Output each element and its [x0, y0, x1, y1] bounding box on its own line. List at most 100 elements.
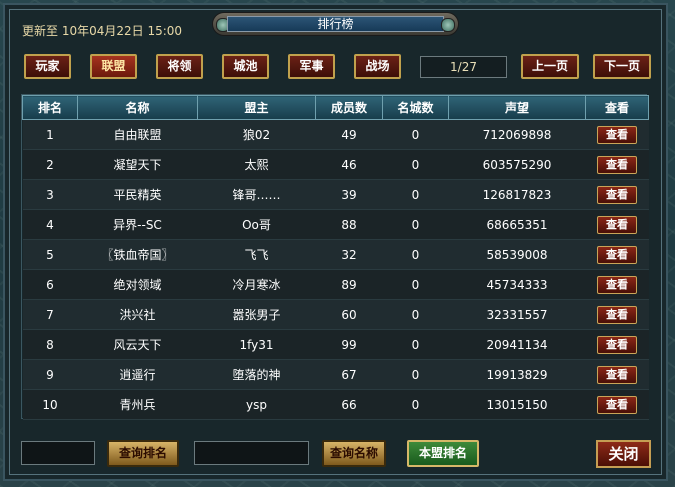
cities-cell: 0	[382, 119, 449, 150]
rank-cell: 4	[22, 209, 78, 240]
prestige-cell: 20941134	[448, 329, 586, 360]
prestige-cell: 603575290	[448, 149, 586, 180]
prev-page-button[interactable]: 上一页	[521, 54, 579, 79]
cities-cell: 0	[382, 269, 449, 300]
my-alliance-rank-button[interactable]: 本盟排名	[407, 440, 479, 467]
leader-cell: Oo哥	[197, 209, 316, 240]
alliance-name-cell: 异界--SC	[77, 209, 198, 240]
column-header-members: 成员数	[315, 95, 383, 120]
table-row: 2 凝望天下 太熙 46 0 603575290 查看	[22, 149, 649, 180]
view-button[interactable]: 查看	[597, 275, 637, 294]
leader-cell: 嚣张男子	[197, 299, 316, 330]
members-cell: 46	[315, 149, 383, 180]
rank-cell: 7	[22, 299, 78, 330]
table-row: 1 自由联盟 狼02 49 0 712069898 查看	[22, 119, 649, 150]
prestige-cell: 68665351	[448, 209, 586, 240]
cities-cell: 0	[382, 329, 449, 360]
column-header-leader: 盟主	[197, 95, 316, 120]
alliance-name-cell: 逍遥行	[77, 359, 198, 390]
column-header-cities: 名城数	[382, 95, 449, 120]
name-search-input[interactable]	[194, 441, 309, 465]
rank-search-input[interactable]	[21, 441, 95, 465]
view-button[interactable]: 查看	[597, 155, 637, 174]
alliance-name-cell: 青州兵	[77, 389, 198, 420]
rank-cell: 1	[22, 119, 78, 150]
cities-cell: 0	[382, 239, 449, 270]
tab-cities[interactable]: 城池	[222, 54, 269, 79]
rank-cell: 8	[22, 329, 78, 360]
prestige-cell: 126817823	[448, 179, 586, 210]
members-cell: 67	[315, 359, 383, 390]
prestige-cell: 32331557	[448, 299, 586, 330]
view-button[interactable]: 查看	[597, 305, 637, 324]
query-name-label: 查询名称	[329, 446, 378, 460]
prestige-cell: 13015150	[448, 389, 586, 420]
view-button[interactable]: 查看	[597, 335, 637, 354]
leader-cell: 锋哥……	[197, 179, 316, 210]
query-rank-button[interactable]: 查询排名	[107, 440, 179, 467]
title-bar: 排行榜	[213, 13, 458, 35]
cities-cell: 0	[382, 149, 449, 180]
column-header-view: 查看	[585, 95, 649, 120]
members-cell: 39	[315, 179, 383, 210]
page-indicator: 1/27	[420, 56, 507, 78]
view-button[interactable]: 查看	[597, 215, 637, 234]
cities-cell: 0	[382, 209, 449, 240]
view-button[interactable]: 查看	[597, 395, 637, 414]
view-button[interactable]: 查看	[597, 245, 637, 264]
members-cell: 60	[315, 299, 383, 330]
prestige-cell: 58539008	[448, 239, 586, 270]
members-cell: 88	[315, 209, 383, 240]
table-row: 10 青州兵 ysp 66 0 13015150 查看	[22, 389, 649, 420]
table-header-row: 排名 名称 盟主 成员数 名城数 声望 查看	[22, 95, 649, 120]
table-row: 9 逍遥行 堕落的神 67 0 19913829 查看	[22, 359, 649, 390]
rank-cell: 9	[22, 359, 78, 390]
close-button[interactable]: 关闭	[596, 440, 651, 468]
rank-cell: 2	[22, 149, 78, 180]
leader-cell: 太熙	[197, 149, 316, 180]
title-ornament-right-icon	[441, 18, 455, 32]
column-header-name: 名称	[77, 95, 198, 120]
table-row: 8 风云天下 1fy31 99 0 20941134 查看	[22, 329, 649, 360]
update-time-text: 更新至 10年04月22日 15:00	[22, 24, 183, 38]
tab-military[interactable]: 军事	[288, 54, 335, 79]
table-row: 4 异界--SC Oo哥 88 0 68665351 查看	[22, 209, 649, 240]
cities-cell: 0	[382, 179, 449, 210]
tab-generals[interactable]: 将领	[156, 54, 203, 79]
rank-cell: 5	[22, 239, 78, 270]
leader-cell: ysp	[197, 389, 316, 420]
leader-cell: 飞飞	[197, 239, 316, 270]
column-header-rank: 排名	[22, 95, 78, 120]
cities-cell: 0	[382, 359, 449, 390]
view-button[interactable]: 查看	[597, 185, 637, 204]
column-header-prestige: 声望	[448, 95, 586, 120]
rank-cell: 6	[22, 269, 78, 300]
table-row: 6 绝对领域 冷月寒冰 89 0 45734333 查看	[22, 269, 649, 300]
leader-cell: 狼02	[197, 119, 316, 150]
alliance-name-cell: 平民精英	[77, 179, 198, 210]
leader-cell: 冷月寒冰	[197, 269, 316, 300]
next-page-button[interactable]: 下一页	[593, 54, 651, 79]
tab-alliance[interactable]: 联盟	[90, 54, 137, 79]
members-cell: 32	[315, 239, 383, 270]
table-row: 7 洪兴社 嚣张男子 60 0 32331557 查看	[22, 299, 649, 330]
rank-cell: 3	[22, 179, 78, 210]
alliance-name-cell: 凝望天下	[77, 149, 198, 180]
table-row: 3 平民精英 锋哥…… 39 0 126817823 查看	[22, 179, 649, 210]
alliance-name-cell: 自由联盟	[77, 119, 198, 150]
prestige-cell: 45734333	[448, 269, 586, 300]
members-cell: 66	[315, 389, 383, 420]
view-button[interactable]: 查看	[597, 125, 637, 144]
members-cell: 99	[315, 329, 383, 360]
panel-title: 排行榜	[227, 16, 444, 32]
view-button[interactable]: 查看	[597, 365, 637, 384]
ranking-table: 排名 名称 盟主 成员数 名城数 声望 查看 1 自由联盟 狼02 49 0 7…	[21, 94, 649, 420]
tab-battlefield[interactable]: 战场	[354, 54, 401, 79]
query-name-button[interactable]: 查询名称	[322, 440, 386, 467]
leader-cell: 1fy31	[197, 329, 316, 360]
members-cell: 49	[315, 119, 383, 150]
alliance-name-cell: 绝对领域	[77, 269, 198, 300]
leader-cell: 堕落的神	[197, 359, 316, 390]
tab-players[interactable]: 玩家	[24, 54, 71, 79]
cities-cell: 0	[382, 299, 449, 330]
